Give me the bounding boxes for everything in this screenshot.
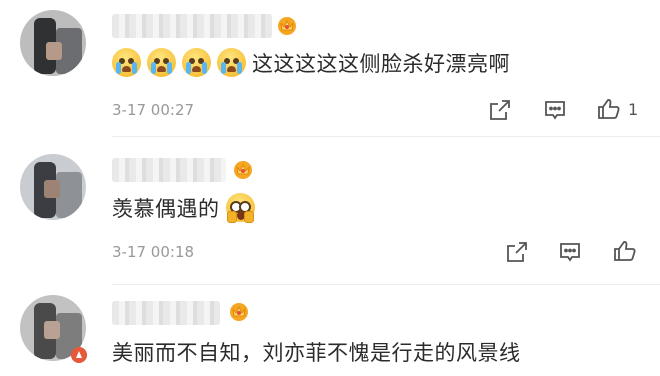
comment-text-body: 羡慕偶遇的 [112, 197, 220, 221]
crown-badge-icon [230, 303, 248, 321]
crying-face-icon [182, 48, 211, 77]
timestamp: 3-17 00:27 [112, 101, 195, 119]
avatar[interactable] [20, 154, 86, 220]
verified-badge-icon [71, 347, 87, 363]
comment-text-body: 美丽而不自知，刘亦菲不愧是行走的风景线 [112, 341, 521, 365]
comment-item: 美丽而不自知，刘亦菲不愧是行走的风景线 [0, 285, 660, 376]
share-icon[interactable] [505, 240, 529, 264]
thumbs-up-icon[interactable] [613, 239, 637, 263]
comment-text: 美丽而不自知，刘亦菲不愧是行走的风景线 [112, 337, 521, 367]
username-blurred[interactable] [112, 158, 226, 182]
share-icon[interactable] [488, 98, 512, 122]
comment-text: 这这这这这侧脸杀好漂亮啊 [112, 48, 510, 78]
comment-item: 这这这这这侧脸杀好漂亮啊 3-17 00:27 1 [0, 0, 660, 137]
crying-face-icon [217, 48, 246, 77]
comment-text: 羡慕偶遇的 [112, 193, 261, 223]
thumbs-up-icon[interactable] [597, 97, 621, 121]
username-blurred[interactable] [112, 301, 220, 325]
avatar[interactable] [20, 10, 86, 76]
timestamp: 3-17 00:18 [112, 243, 195, 261]
like-count: 1 [628, 100, 639, 119]
comment-icon[interactable] [558, 240, 582, 264]
comment-icon[interactable] [543, 98, 567, 122]
shocked-face-icon [225, 193, 255, 223]
crown-badge-icon [234, 161, 252, 179]
username-blurred[interactable] [112, 14, 272, 38]
crying-face-icon [112, 48, 141, 77]
comment-text-body: 这这这这这侧脸杀好漂亮啊 [252, 52, 510, 76]
crying-face-icon [147, 48, 176, 77]
comment-item: 羡慕偶遇的 3-17 00:18 [0, 137, 660, 285]
crown-badge-icon [278, 17, 296, 35]
